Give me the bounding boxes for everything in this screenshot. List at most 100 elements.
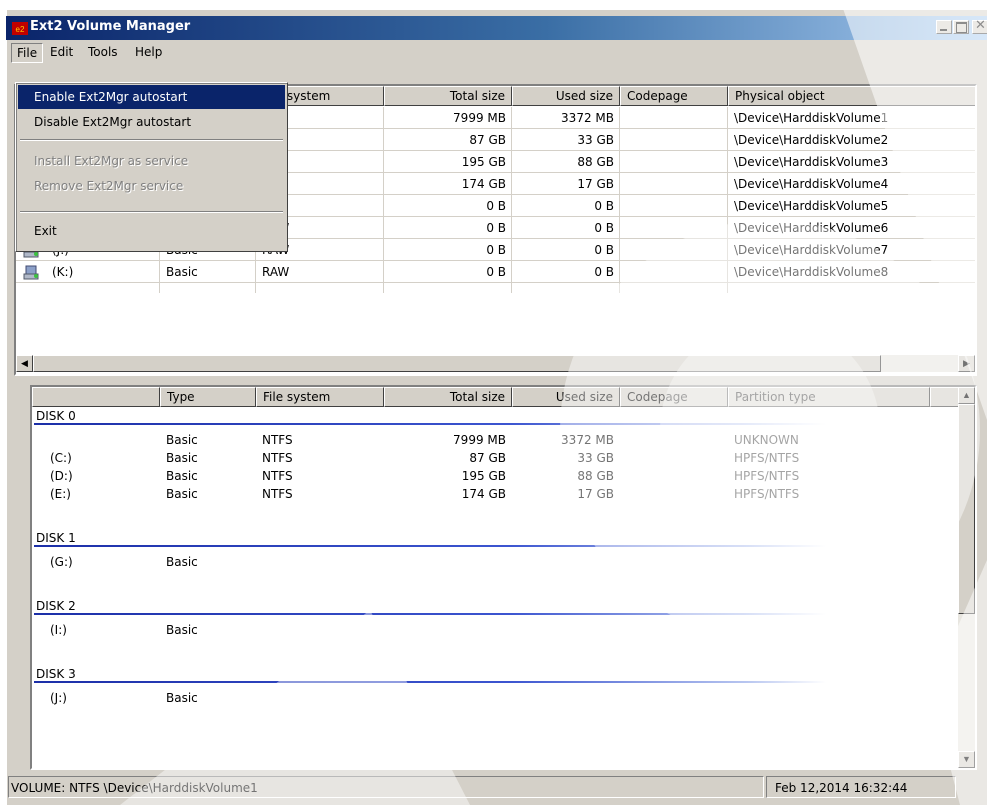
volume-cell-used: 0 B [594,221,614,235]
volume-cell-used: 0 B [594,199,614,213]
disk-column-header[interactable]: Codepage [620,387,728,407]
menu-item-label: Enable Ext2Mgr autostart [34,90,188,104]
enable-autostart-item[interactable]: Enable Ext2Mgr autostart [18,85,285,109]
disk-separator-line [34,613,826,615]
volume-cell-used: 17 GB [577,177,614,191]
volume-cell-total: 7999 MB [453,111,506,125]
volume-cell-used: 0 B [594,243,614,257]
menu-separator [20,211,283,213]
partition-cell-ptype [728,551,930,573]
volume-cell-type: Basic [166,265,198,279]
volume-cell-used: 0 B [594,265,614,279]
menu-separator [20,139,283,141]
scroll-down-button[interactable]: ▼ [958,751,975,768]
partition-cell-fs [256,619,384,641]
partition-cell-name: (E:) [50,487,71,501]
volume-row[interactable]: (K:) Basic RAW 0 B0 B \Device\HarddiskVolume… [16,261,975,283]
volume-column-header[interactable]: Total size [384,86,512,106]
disk-column-header[interactable]: Used size [512,387,620,407]
volume-column-header[interactable]: Codepage [620,86,728,106]
disk-column-header[interactable]: File system [256,387,384,407]
install-service-item: Install Ext2Mgr as service [18,149,285,173]
status-volume-text: VOLUME: NTFS \Device\HarddiskVolume1 [11,781,258,795]
partition-cell-used [512,551,620,573]
partition-cell-ptype [728,619,930,641]
disk-column-header[interactable]: Type [160,387,256,407]
menu-help[interactable]: Help [130,43,167,61]
close-button[interactable]: ✕ [972,19,987,34]
volume-list-hscrollbar[interactable]: ◀ ▶ [16,355,975,372]
partition-cell-cp [620,687,728,709]
disk-column-header[interactable] [32,387,160,407]
menu-tools[interactable]: Tools [83,43,123,61]
partition-row[interactable]: (G:) Basic [32,551,932,573]
scroll-up-button[interactable]: ▲ [958,387,975,404]
drive-icon [23,264,41,280]
volume-cell-cp [620,261,728,283]
volume-cell-cp [620,217,728,239]
scroll-thumb[interactable] [33,355,881,372]
partition-cell-type: Basic [166,555,198,569]
volume-cell-total: 0 B [486,243,506,257]
volume-cell-obj: \Device\HarddiskVolume2 [734,133,889,147]
minimize-button[interactable] [936,20,952,34]
partition-cell-fs: NTFS [262,487,293,501]
scroll-right-button[interactable]: ▶ [958,355,975,372]
disk-column-header[interactable]: Partition type [728,387,930,407]
status-bar-datetime: Feb 12,2014 16:32:44 [766,776,956,798]
volume-cell-total: 0 B [486,199,506,213]
volume-cell-cp [620,173,728,195]
volume-cell-obj: \Device\HarddiskVolume4 [734,177,889,191]
volume-cell-used: 3372 MB [561,111,614,125]
partition-cell-type: Basic [166,487,198,501]
volume-cell-total: 0 B [486,265,506,279]
disable-autostart-item[interactable]: Disable Ext2Mgr autostart [18,110,285,134]
volume-cell-cp [620,129,728,151]
partition-cell-total [384,551,512,573]
menu-item-label: Disable Ext2Mgr autostart [34,115,192,129]
volume-cell-total: 0 B [486,221,506,235]
disk-separator-line [34,681,826,683]
menu-item-label: Exit [34,224,57,238]
partition-cell-fs [256,551,384,573]
partition-cell-cp [620,483,728,505]
scroll-left-button[interactable]: ◀ [16,355,33,372]
menu-item-label: Install Ext2Mgr as service [34,154,189,168]
scroll-thumb[interactable] [958,404,975,614]
volume-cell-obj: \Device\HarddiskVolume1 [734,111,889,125]
volume-cell-total: 195 GB [461,155,506,169]
menu-file[interactable]: File [11,43,44,63]
maximize-button[interactable] [953,20,969,34]
menu-edit-label: Edit [50,45,74,59]
volume-cell-obj: \Device\HarddiskVolume7 [734,243,889,257]
status-bar-volume: VOLUME: NTFS \Device\HarddiskVolume1 [8,776,764,798]
volume-cell-obj: \Device\HarddiskVolume8 [734,265,889,279]
disk-separator-line [34,423,826,425]
partition-cell-name: (J:) [50,691,67,705]
window-title: Ext2 Volume Manager [30,19,191,34]
volume-cell-total: 174 GB [461,177,506,191]
remove-service-item: Remove Ext2Mgr service [18,174,285,198]
minimize-icon [940,29,947,31]
title-bar[interactable]: e2 Ext2 Volume Manager ✕ [6,16,987,40]
partition-cell-total [384,687,512,709]
menu-bar: File Edit Tools Help [8,41,987,63]
file-menu-dropdown: Enable Ext2Mgr autostart Disable Ext2Mgr … [15,82,288,252]
menu-edit[interactable]: Edit [45,43,78,61]
maximize-icon [956,22,967,33]
partition-cell-total [384,619,512,641]
partition-row[interactable]: (J:) Basic [32,687,932,709]
disk-list-vscrollbar[interactable]: ▲ ▼ [958,387,975,768]
volume-column-header[interactable]: Physical object [728,86,975,106]
volume-cell-total: 87 GB [469,133,506,147]
disk-column-header[interactable]: Total size [384,387,512,407]
partition-row[interactable]: (E:) Basic NTFS 174 GB 17 GB HPFS/NTFS [32,483,932,505]
partition-row[interactable]: (I:) Basic [32,619,932,641]
exit-item[interactable]: Exit [18,219,285,243]
volume-column-header[interactable]: Used size [512,86,620,106]
volume-cell-cp [620,239,728,261]
ext2-app-icon: e2 [12,22,28,35]
partition-cell-total: 174 GB [461,487,506,501]
disk-list[interactable]: Type File system Total size Used size Codepa… [30,385,977,770]
partition-cell-cp [620,551,728,573]
